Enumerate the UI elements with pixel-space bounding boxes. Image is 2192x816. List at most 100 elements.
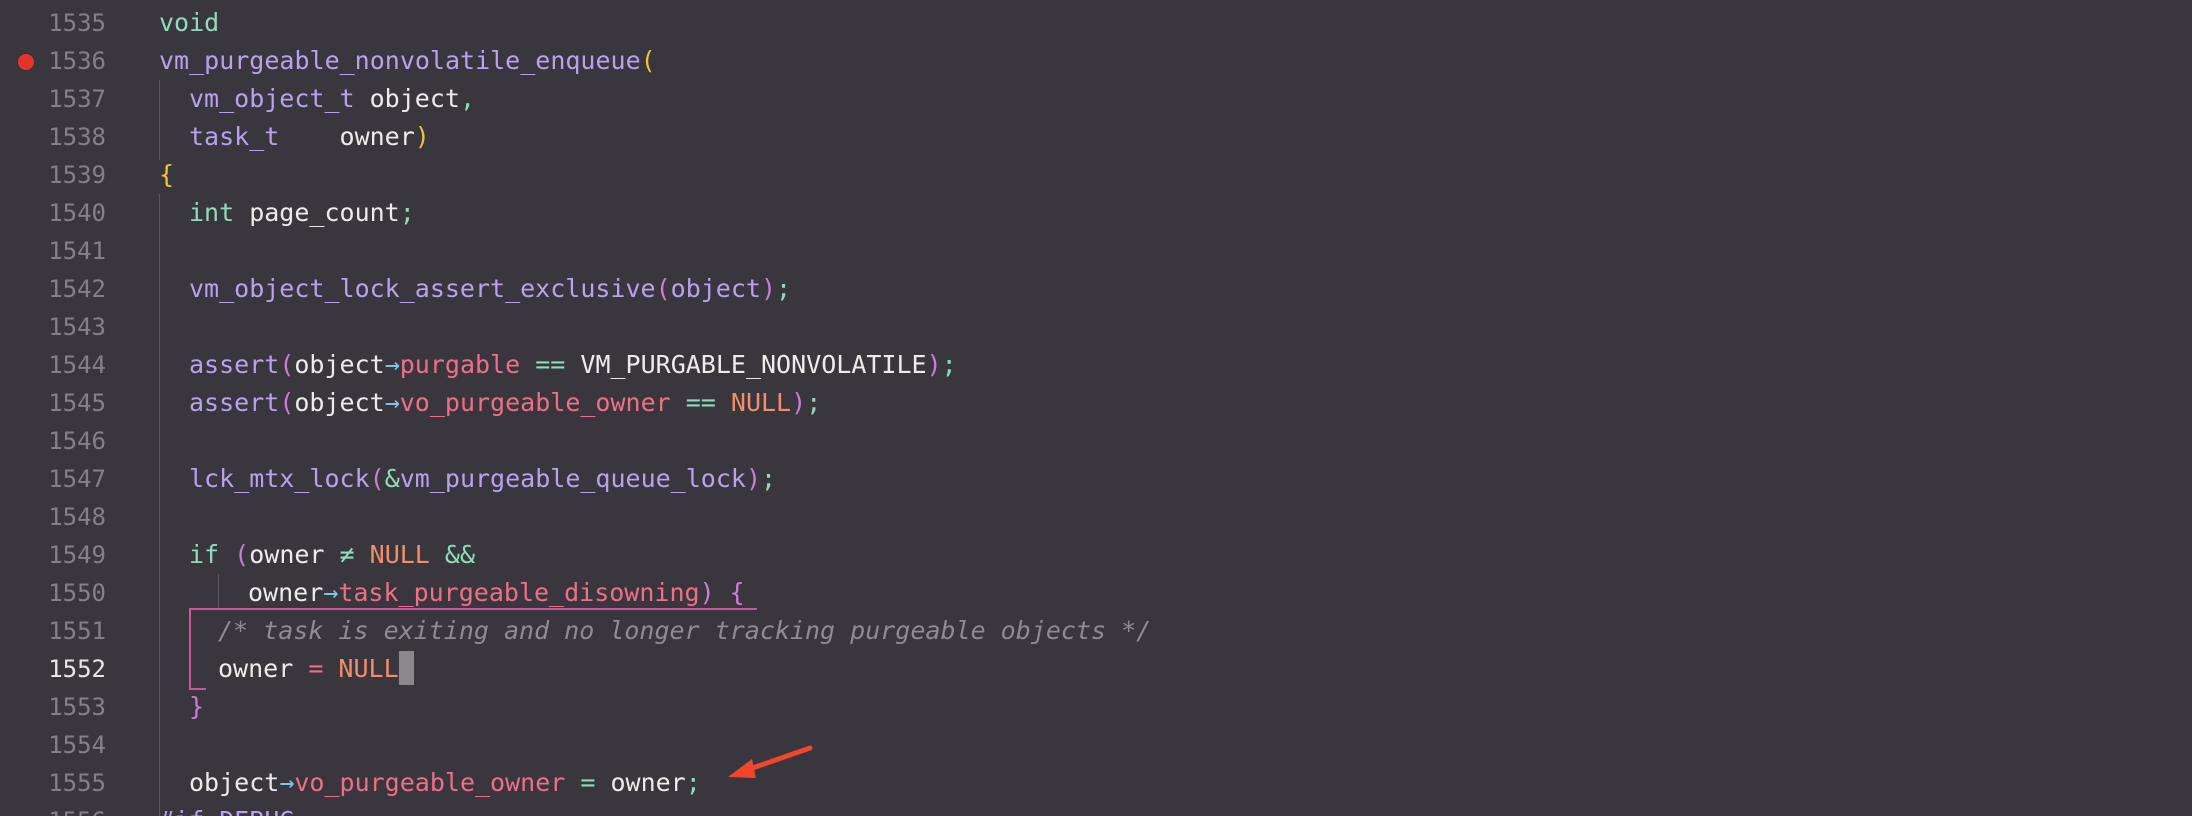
code-line[interactable]: 1535 void [0, 4, 2192, 42]
token-arrow: → [279, 768, 295, 797]
token-punct: , [459, 84, 475, 113]
token-comment: /* task is exiting and no longer trackin… [218, 616, 1152, 645]
code-line[interactable]: 1553 } [0, 688, 2192, 726]
token-paren: ( [279, 388, 295, 417]
token-brace: } [189, 692, 205, 721]
token-constant: NULL [730, 388, 792, 417]
line-number[interactable]: 1555 [0, 764, 106, 802]
token-arrow: → [384, 350, 400, 379]
code-line[interactable]: 1543 [0, 308, 2192, 346]
line-number[interactable]: 1548 [0, 498, 106, 536]
line-number[interactable]: 1547 [0, 460, 106, 498]
token-identifier: object [294, 388, 385, 417]
line-number[interactable]: 1539 [0, 156, 106, 194]
token-identifier: page_count [234, 198, 400, 227]
token-punct: ; [685, 768, 701, 797]
token-punct: ; [776, 274, 792, 303]
token-identifier: owner [279, 122, 415, 151]
code-line[interactable]: 1548 [0, 498, 2192, 536]
annotation-arrow-icon [728, 745, 813, 778]
token-type: int [189, 198, 235, 227]
token-paren: ) [414, 122, 430, 151]
token-arrow: → [384, 388, 400, 417]
line-number[interactable]: 1556 [0, 802, 106, 816]
code-line[interactable]: 1541 [0, 232, 2192, 270]
code-line-active[interactable]: 1552 owner = NULL [0, 650, 2192, 688]
token-operator: = [565, 768, 611, 797]
line-number[interactable]: 1552 [0, 650, 106, 688]
line-number[interactable]: 1541 [0, 232, 106, 270]
code-line[interactable]: 1556 #if DEBUG [0, 802, 2192, 816]
token-operator: & [384, 464, 400, 493]
token-paren: ( [279, 350, 295, 379]
token-arrow: → [323, 578, 339, 607]
line-number[interactable]: 1542 [0, 270, 106, 308]
token-punct: ; [941, 350, 957, 379]
token-paren: ) [760, 274, 777, 303]
token-punct: ; [806, 388, 822, 417]
code-line[interactable]: 1549 if (owner ≠ NULL && [0, 536, 2192, 574]
token-paren: ( [655, 274, 671, 303]
code-line[interactable]: 1550 owner→task_purgeable_disowning) { [0, 574, 2192, 612]
token-operator: && [429, 540, 476, 569]
token-identifier: vm_purgeable_queue_lock [399, 464, 746, 493]
token-field: task_purgeable_disowning [338, 578, 700, 607]
code-line[interactable]: 1542 vm_object_lock_assert_exclusive(obj… [0, 270, 2192, 308]
code-line[interactable]: 1546 [0, 422, 2192, 460]
code-line[interactable]: 1540 int page_count; [0, 194, 2192, 232]
code-line[interactable]: 1551 /* task is exiting and no longer tr… [0, 612, 2192, 650]
code-line[interactable]: 1545 assert(object→vo_purgeable_owner ==… [0, 384, 2192, 422]
code-line[interactable]: 1547 lck_mtx_lock(&vm_purgeable_queue_lo… [0, 460, 2192, 498]
code-line[interactable]: 1544 assert(object→purgable == VM_PURGAB… [0, 346, 2192, 384]
line-number[interactable]: 1538 [0, 118, 106, 156]
code-line[interactable]: 1539 { [0, 156, 2192, 194]
token-function: vm_object_lock_assert_exclusive [189, 274, 656, 303]
token-field: vo_purgeable_owner [399, 388, 671, 417]
code-line[interactable]: 1536 vm_purgeable_nonvolatile_enqueue( [0, 42, 2192, 80]
token-identifier: owner [248, 578, 324, 607]
line-number[interactable]: 1543 [0, 308, 106, 346]
token-type: task_t [189, 122, 280, 151]
token-identifier: object [189, 768, 280, 797]
token-operator: == [670, 388, 731, 417]
line-number[interactable]: 1537 [0, 80, 106, 118]
line-number[interactable]: 1535 [0, 4, 106, 42]
token-paren: ) [699, 578, 715, 607]
code-line[interactable]: 1538 task_t owner) [0, 118, 2192, 156]
line-number[interactable]: 1554 [0, 726, 106, 764]
token-identifier: object [670, 274, 761, 303]
token-keyword: if [189, 540, 220, 569]
code-line[interactable]: 1554 [0, 726, 2192, 764]
token-paren: ) [791, 388, 807, 417]
token-identifier: object [354, 84, 460, 113]
line-number[interactable]: 1544 [0, 346, 106, 384]
token-field: vo_purgeable_owner [294, 768, 566, 797]
token-operator: = [293, 654, 339, 683]
line-number[interactable]: 1551 [0, 612, 106, 650]
line-number[interactable]: 1540 [0, 194, 106, 232]
line-number[interactable]: 1546 [0, 422, 106, 460]
token-brace: { [159, 160, 175, 189]
token-brace: { [714, 578, 745, 607]
code-editor[interactable]: 1535 void 1536 vm_purgeable_nonvolatile_… [0, 0, 2192, 816]
token-paren: ) [745, 464, 761, 493]
token-operator: == [520, 350, 581, 379]
token-preprocessor: #if DEBUG [159, 806, 294, 816]
token-function: lck_mtx_lock [189, 464, 370, 493]
token-punct: ; [399, 198, 415, 227]
token-identifier: owner [218, 654, 294, 683]
text-cursor [398, 651, 414, 685]
token-function: assert [189, 350, 280, 379]
code-line[interactable]: 1537 vm_object_t object, [0, 80, 2192, 118]
token-field: purgable [399, 350, 521, 379]
token-punct: ; [761, 464, 777, 493]
line-number[interactable]: 1549 [0, 536, 106, 574]
line-number[interactable]: 1536 [0, 42, 106, 80]
code-line[interactable]: 1555 object→vo_purgeable_owner = owner; [0, 764, 2192, 802]
line-number[interactable]: 1550 [0, 574, 106, 612]
line-number[interactable]: 1545 [0, 384, 106, 422]
line-number[interactable]: 1553 [0, 688, 106, 726]
token-constant: NULL [338, 654, 399, 683]
token-identifier: owner [249, 540, 325, 569]
token-identifier: owner [610, 768, 686, 797]
